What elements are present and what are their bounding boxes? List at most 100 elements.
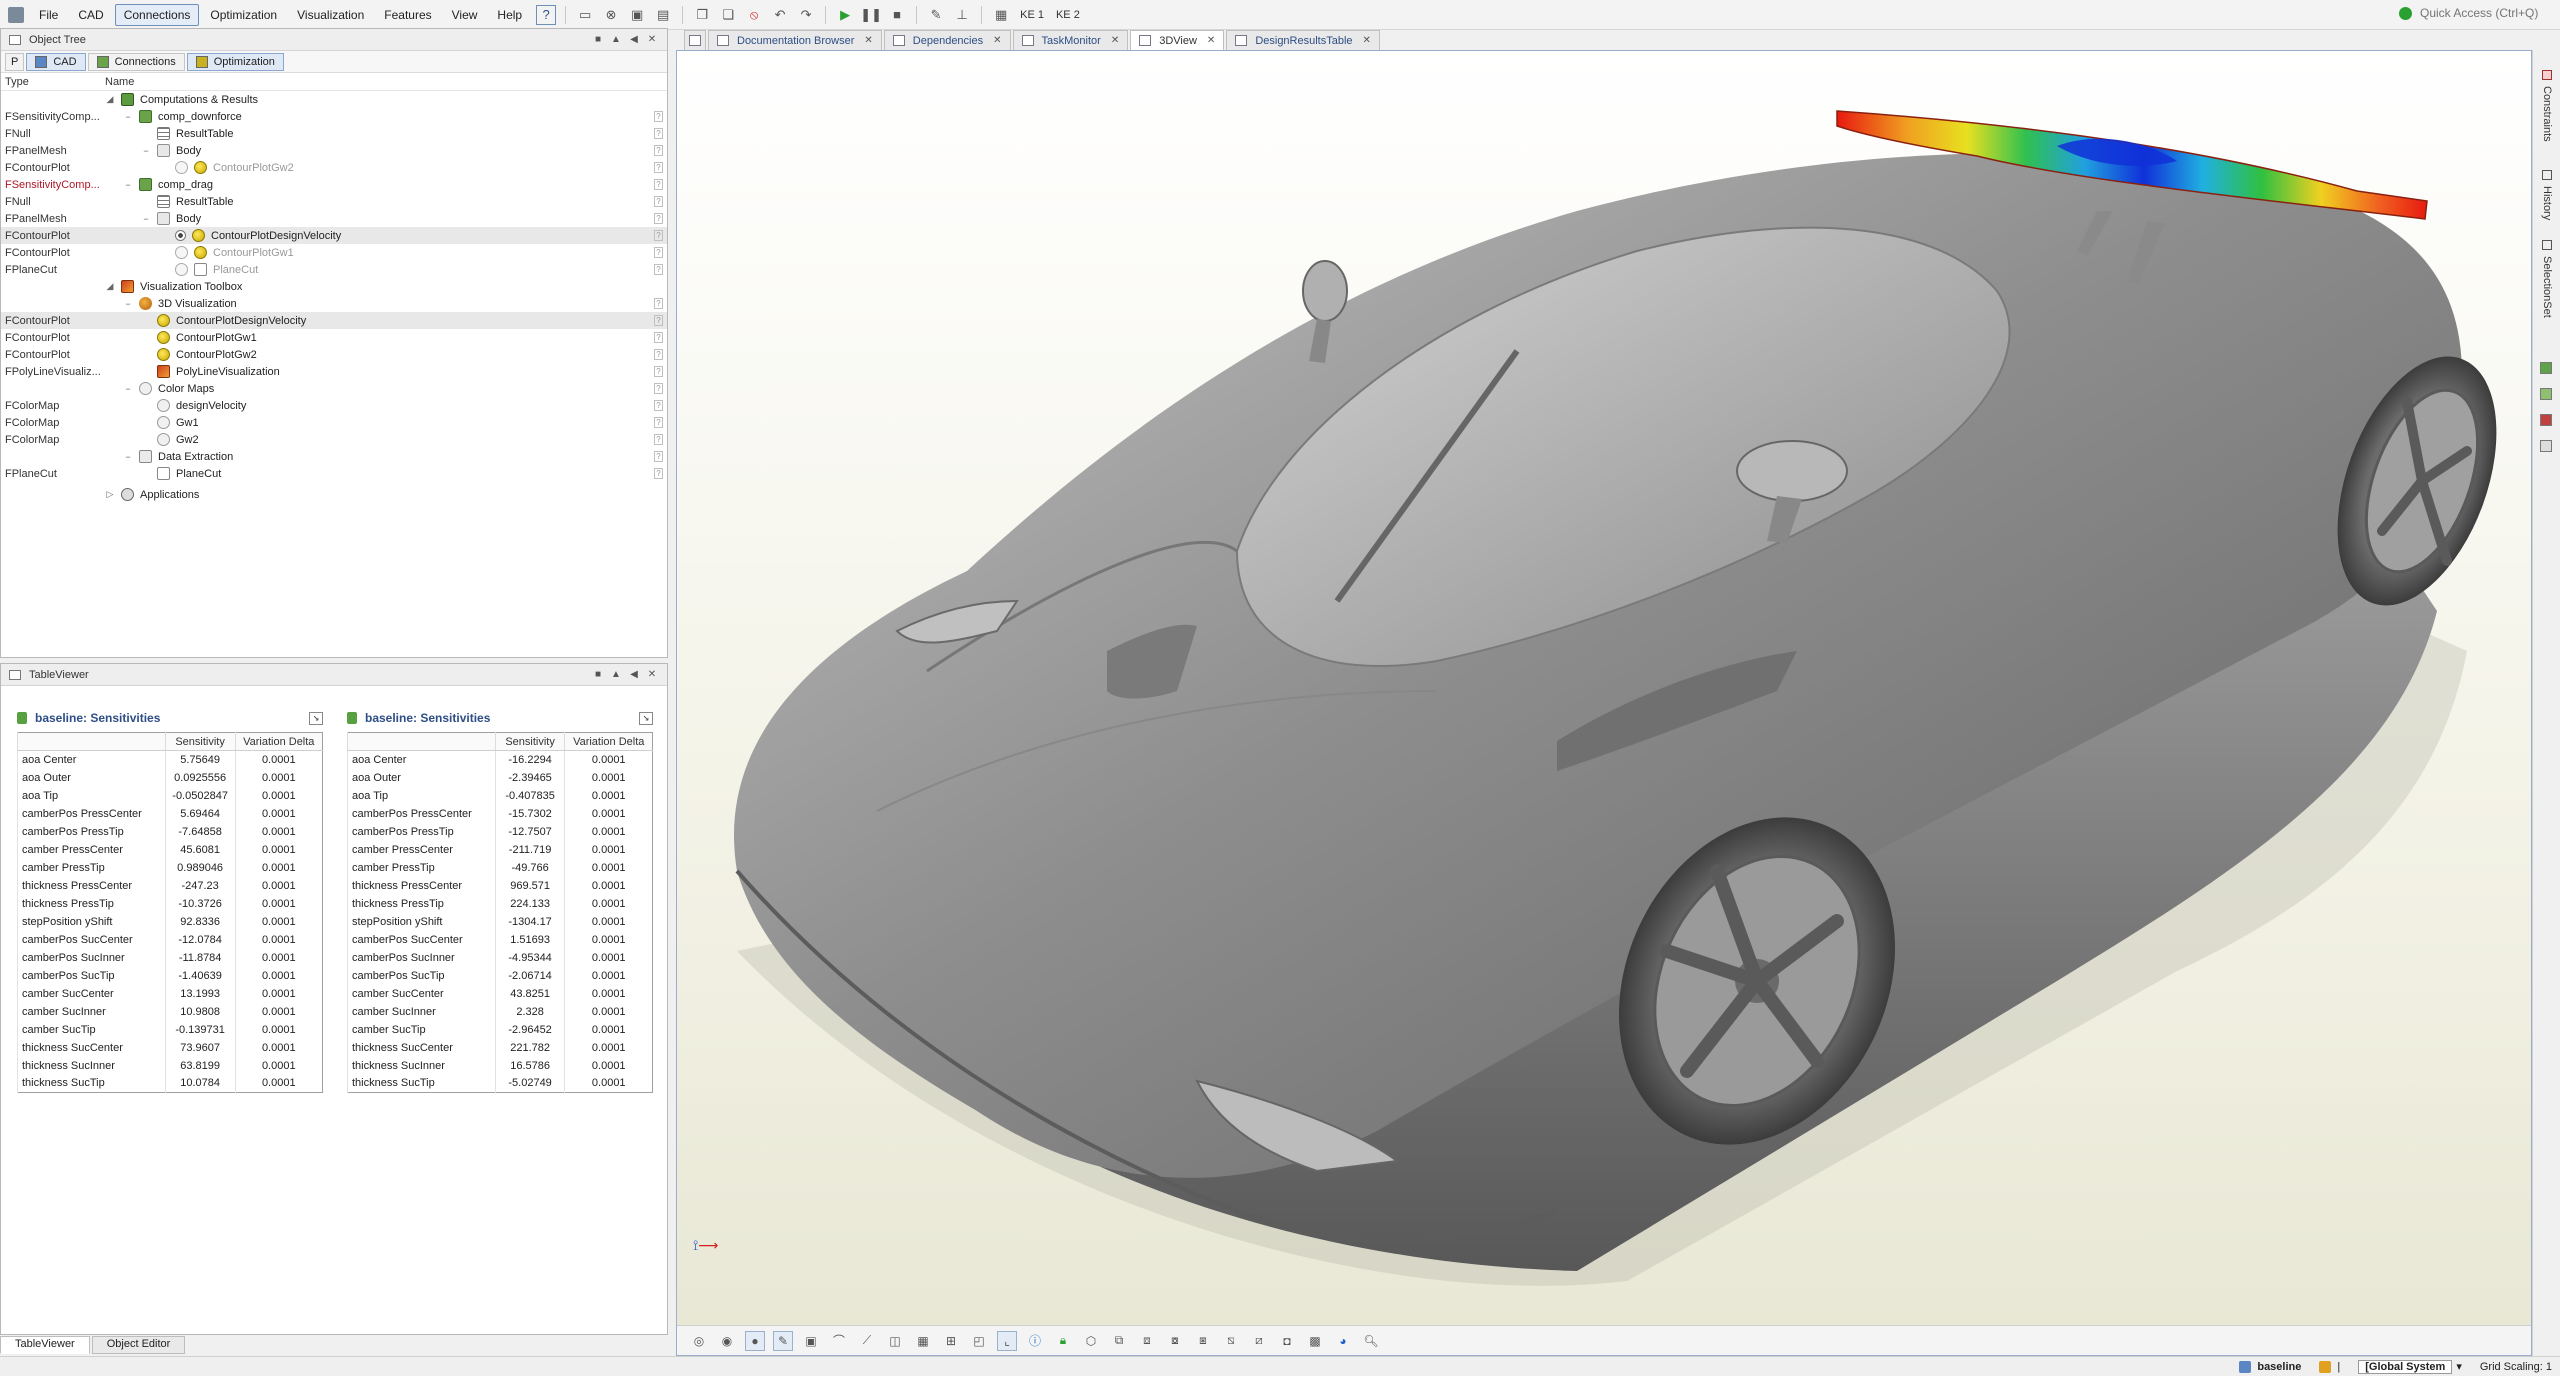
visibility-toggle-icon[interactable] — [175, 246, 188, 259]
ke2-button[interactable]: KE 2 — [1056, 9, 1080, 21]
help-icon[interactable]: ? — [654, 468, 663, 479]
table-row[interactable]: camber SucTip -2.96452 0.0001 — [347, 1020, 653, 1039]
expand-toggle-icon[interactable]: − — [141, 214, 151, 224]
table-column-header[interactable] — [17, 732, 166, 751]
expand-toggle-icon[interactable]: − — [123, 112, 133, 122]
expand-toggle-icon[interactable]: − — [141, 146, 151, 156]
tree-row[interactable]: − Data Extraction? — [1, 448, 667, 465]
maximize-icon[interactable]: ▲ — [607, 669, 625, 680]
table-row[interactable]: aoa Center 5.75649 0.0001 — [17, 750, 323, 769]
close-tab-icon[interactable]: ✕ — [864, 35, 872, 46]
section-icon[interactable]: ⊞ — [941, 1331, 961, 1351]
tree-row[interactable]: FContourPlot ContourPlotGw2? — [1, 159, 667, 176]
table-row[interactable]: thickness SucCenter 73.9607 0.0001 — [17, 1038, 323, 1057]
open-folder-icon[interactable]: ▭ — [575, 5, 595, 25]
corner-icon[interactable]: ⌞ — [997, 1330, 1017, 1351]
view-left-icon[interactable]: ⧇ — [1165, 1331, 1185, 1351]
tab-dependencies[interactable]: Dependencies ✕ — [883, 30, 1011, 50]
table-row[interactable]: aoa Tip -0.0502847 0.0001 — [17, 786, 323, 805]
save-icon[interactable]: ▣ — [627, 5, 647, 25]
table-column-header[interactable]: Sensitivity — [494, 732, 565, 751]
help-icon[interactable]: ? — [654, 383, 663, 394]
tree-row[interactable]: FNull ResultTable? — [1, 193, 667, 210]
view-right-icon[interactable]: ⧆ — [1193, 1331, 1213, 1351]
reject-icon[interactable] — [2540, 414, 2552, 426]
menu-connections[interactable]: Connections — [114, 3, 200, 26]
help-icon[interactable]: ? — [654, 145, 663, 156]
minimize-icon[interactable]: ◀ — [625, 669, 643, 680]
line-icon[interactable]: ⟋ — [857, 1331, 877, 1351]
tree-row[interactable]: FContourPlot ContourPlotGw2? — [1, 346, 667, 363]
tree-row[interactable]: FSensitivityComp... − comp_downforce? — [1, 108, 667, 125]
table-row[interactable]: camber PressTip -49.766 0.0001 — [347, 858, 653, 877]
paste-icon[interactable]: ❏ — [718, 5, 738, 25]
menu-features[interactable]: Features — [375, 4, 440, 26]
help-icon[interactable]: ? — [654, 298, 663, 309]
tab-cad[interactable]: CAD — [26, 52, 86, 71]
table-row[interactable]: camber SucInner 2.328 0.0001 — [347, 1002, 653, 1021]
visibility-toggle-icon[interactable] — [175, 263, 188, 276]
float-icon[interactable]: ■ — [589, 669, 607, 680]
table-row[interactable]: aoa Tip -0.407835 0.0001 — [347, 786, 653, 805]
tab-list-button[interactable] — [684, 30, 706, 50]
table-row[interactable]: camber PressCenter -211.719 0.0001 — [347, 840, 653, 859]
tree-row[interactable]: − Color Maps? — [1, 380, 667, 397]
zoom-icon[interactable]: 🔍︎ — [1361, 1331, 1381, 1351]
close-tab-icon[interactable]: ✕ — [1363, 35, 1371, 46]
help-icon[interactable]: ? — [654, 315, 663, 326]
table-row[interactable]: thickness SucTip -5.02749 0.0001 — [347, 1074, 653, 1093]
close-icon[interactable]: ✕ — [643, 34, 661, 45]
tab-taskmonitor[interactable]: TaskMonitor ✕ — [1012, 30, 1129, 50]
tree-row[interactable]: FPanelMesh − Body? — [1, 142, 667, 159]
coordinate-system-select[interactable]: [Global System ▾ — [2358, 1359, 2462, 1374]
run-icon[interactable]: ▶ — [835, 5, 855, 25]
tree-row[interactable]: ◢ Computations & Results — [1, 91, 667, 108]
tab-object-editor[interactable]: Object Editor — [91, 1336, 186, 1354]
table-row[interactable]: camberPos SucCenter -12.0784 0.0001 — [17, 930, 323, 949]
table-row[interactable]: camber PressCenter 45.6081 0.0001 — [17, 840, 323, 859]
tab-optimization[interactable]: Optimization — [186, 52, 284, 71]
help-icon[interactable]: ? — [654, 196, 663, 207]
redo-icon[interactable]: ↷ — [796, 5, 816, 25]
split-icon[interactable]: ◫ — [885, 1331, 905, 1351]
type-column-header[interactable]: Type — [1, 76, 105, 88]
tree-row[interactable]: ◢ Visualization Toolbox — [1, 278, 667, 295]
apply-icon[interactable] — [2540, 388, 2552, 400]
table-row[interactable]: camberPos SucTip -2.06714 0.0001 — [347, 966, 653, 985]
visibility-toggle-icon[interactable] — [175, 161, 188, 174]
grid-icon[interactable]: ▦ — [913, 1331, 933, 1351]
tree-row[interactable]: FColorMap designVelocity? — [1, 397, 667, 414]
table-row[interactable]: camber SucTip -0.139731 0.0001 — [17, 1020, 323, 1039]
tree-row[interactable]: FContourPlot ContourPlotGw1? — [1, 244, 667, 261]
3d-viewport[interactable]: ⟟⟶ ◎ ◉ ● ✎ ▣ ⌒ ⟋ ◫ ▦ ⊞ ◰ ⌞ ⓘ 🔒︎ ⬡ ⧉ ⧈ ⧇ … — [676, 50, 2532, 1356]
view-top-icon[interactable]: ⧅ — [1221, 1331, 1241, 1351]
tree-row[interactable]: ▷ Applications — [1, 486, 667, 503]
table-row[interactable]: stepPosition yShift 92.8336 0.0001 — [17, 912, 323, 931]
close-icon[interactable]: ✕ — [643, 669, 661, 680]
menu-cad[interactable]: CAD — [69, 4, 112, 26]
check-icon[interactable] — [2540, 362, 2552, 374]
export-icon[interactable]: ↘ — [639, 711, 653, 725]
folder-indicator[interactable]: | — [2319, 1360, 2340, 1373]
draw-mode-icon[interactable]: ✎ — [773, 1330, 793, 1351]
table-row[interactable]: thickness SucInner 63.8199 0.0001 — [17, 1056, 323, 1075]
expand-toggle-icon[interactable]: − — [123, 180, 133, 190]
help-icon[interactable]: ? — [654, 366, 663, 377]
tab-documentation-browser[interactable]: Documentation Browser ✕ — [708, 30, 882, 50]
save-all-icon[interactable]: ▤ — [653, 5, 673, 25]
copy-icon[interactable]: ❐ — [692, 5, 712, 25]
menu-visualization[interactable]: Visualization — [288, 4, 373, 26]
table-row[interactable]: camberPos SucTip -1.40639 0.0001 — [17, 966, 323, 985]
name-column-header[interactable]: Name — [105, 76, 134, 88]
expand-toggle-icon[interactable]: − — [123, 384, 133, 394]
float-icon[interactable]: ■ — [589, 34, 607, 45]
expand-toggle-icon[interactable]: ◢ — [105, 94, 115, 105]
tree-row[interactable]: FPanelMesh − Body? — [1, 210, 667, 227]
table-column-header[interactable]: Sensitivity — [164, 732, 236, 751]
view-bottom-icon[interactable]: ⧄ — [1249, 1331, 1269, 1351]
expand-toggle-icon[interactable]: − — [123, 452, 133, 462]
quick-access-input[interactable] — [2420, 6, 2550, 20]
help-icon[interactable]: ? — [654, 434, 663, 445]
help-icon[interactable]: ? — [654, 400, 663, 411]
help-icon[interactable]: ? — [654, 111, 663, 122]
